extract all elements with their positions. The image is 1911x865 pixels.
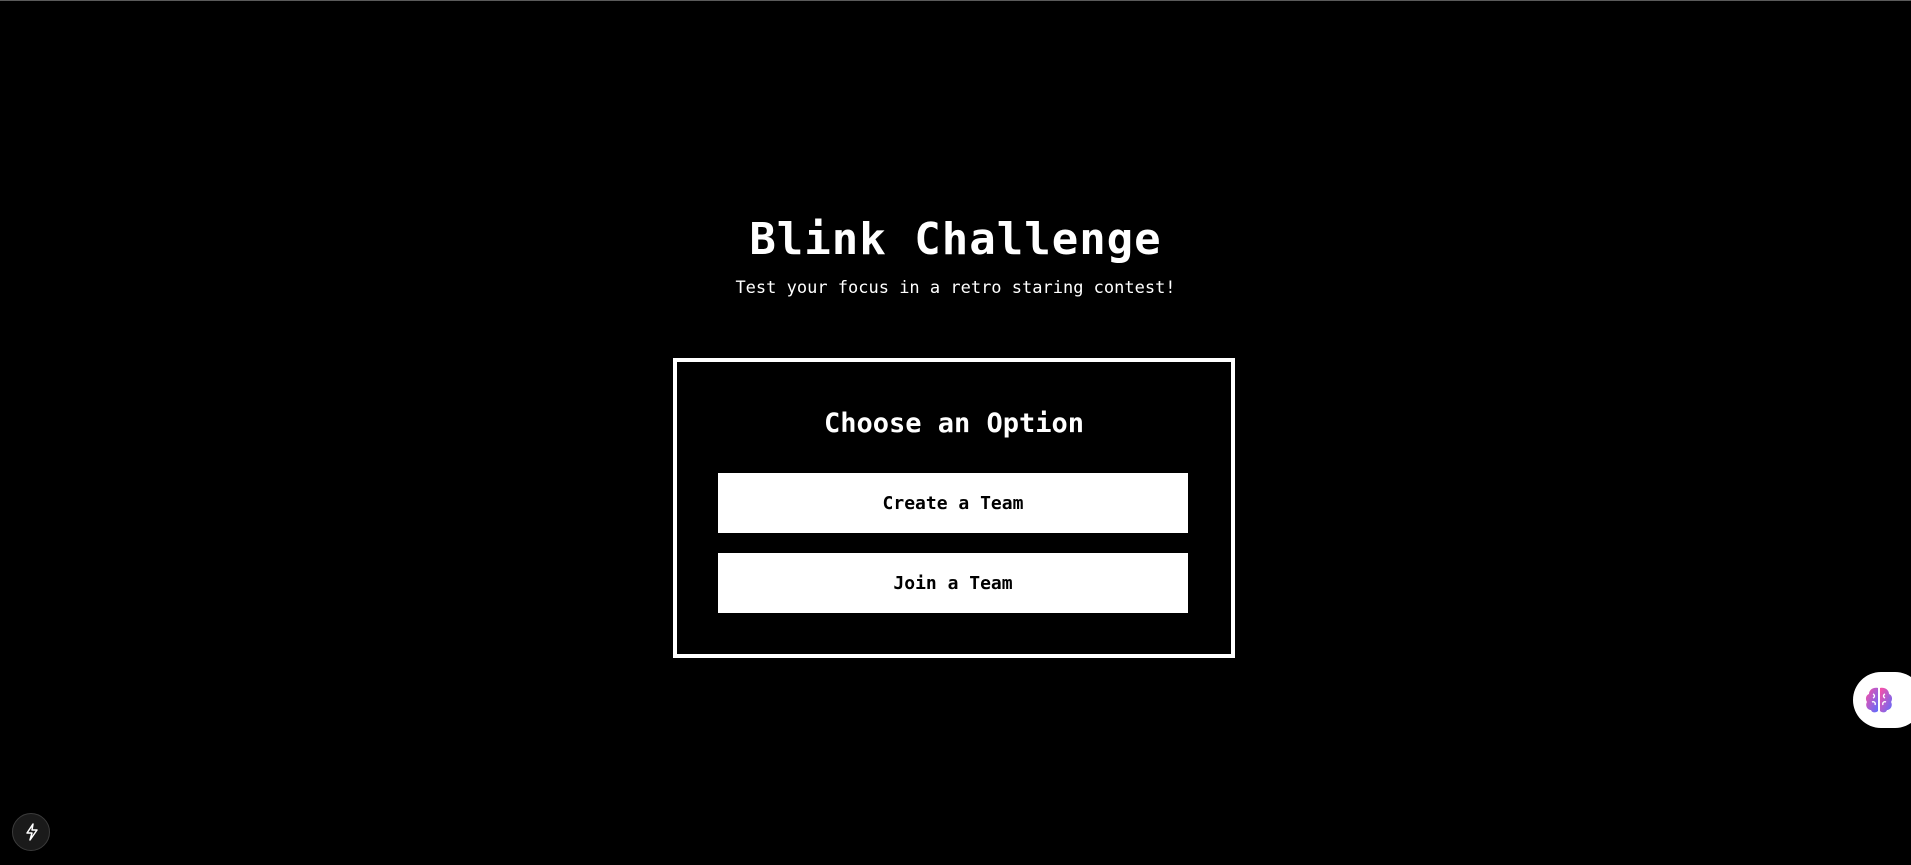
- brain-icon: [1865, 687, 1893, 713]
- card-title: Choose an Option: [823, 408, 1085, 439]
- top-border: [0, 0, 1911, 1]
- page-subtitle: Test your focus in a retro staring conte…: [735, 278, 1176, 298]
- page-title: Blink Challenge: [749, 214, 1162, 265]
- dev-tools-button[interactable]: [12, 813, 50, 851]
- lightning-bolt-icon: [26, 823, 38, 841]
- page-header: Blink Challenge Test your focus in a ret…: [0, 210, 1911, 300]
- create-team-button[interactable]: Create a Team: [718, 473, 1188, 533]
- join-team-button[interactable]: Join a Team: [718, 553, 1188, 613]
- assistant-widget-button[interactable]: [1853, 672, 1911, 728]
- option-card: Choose an Option Create a Team Join a Te…: [673, 358, 1235, 658]
